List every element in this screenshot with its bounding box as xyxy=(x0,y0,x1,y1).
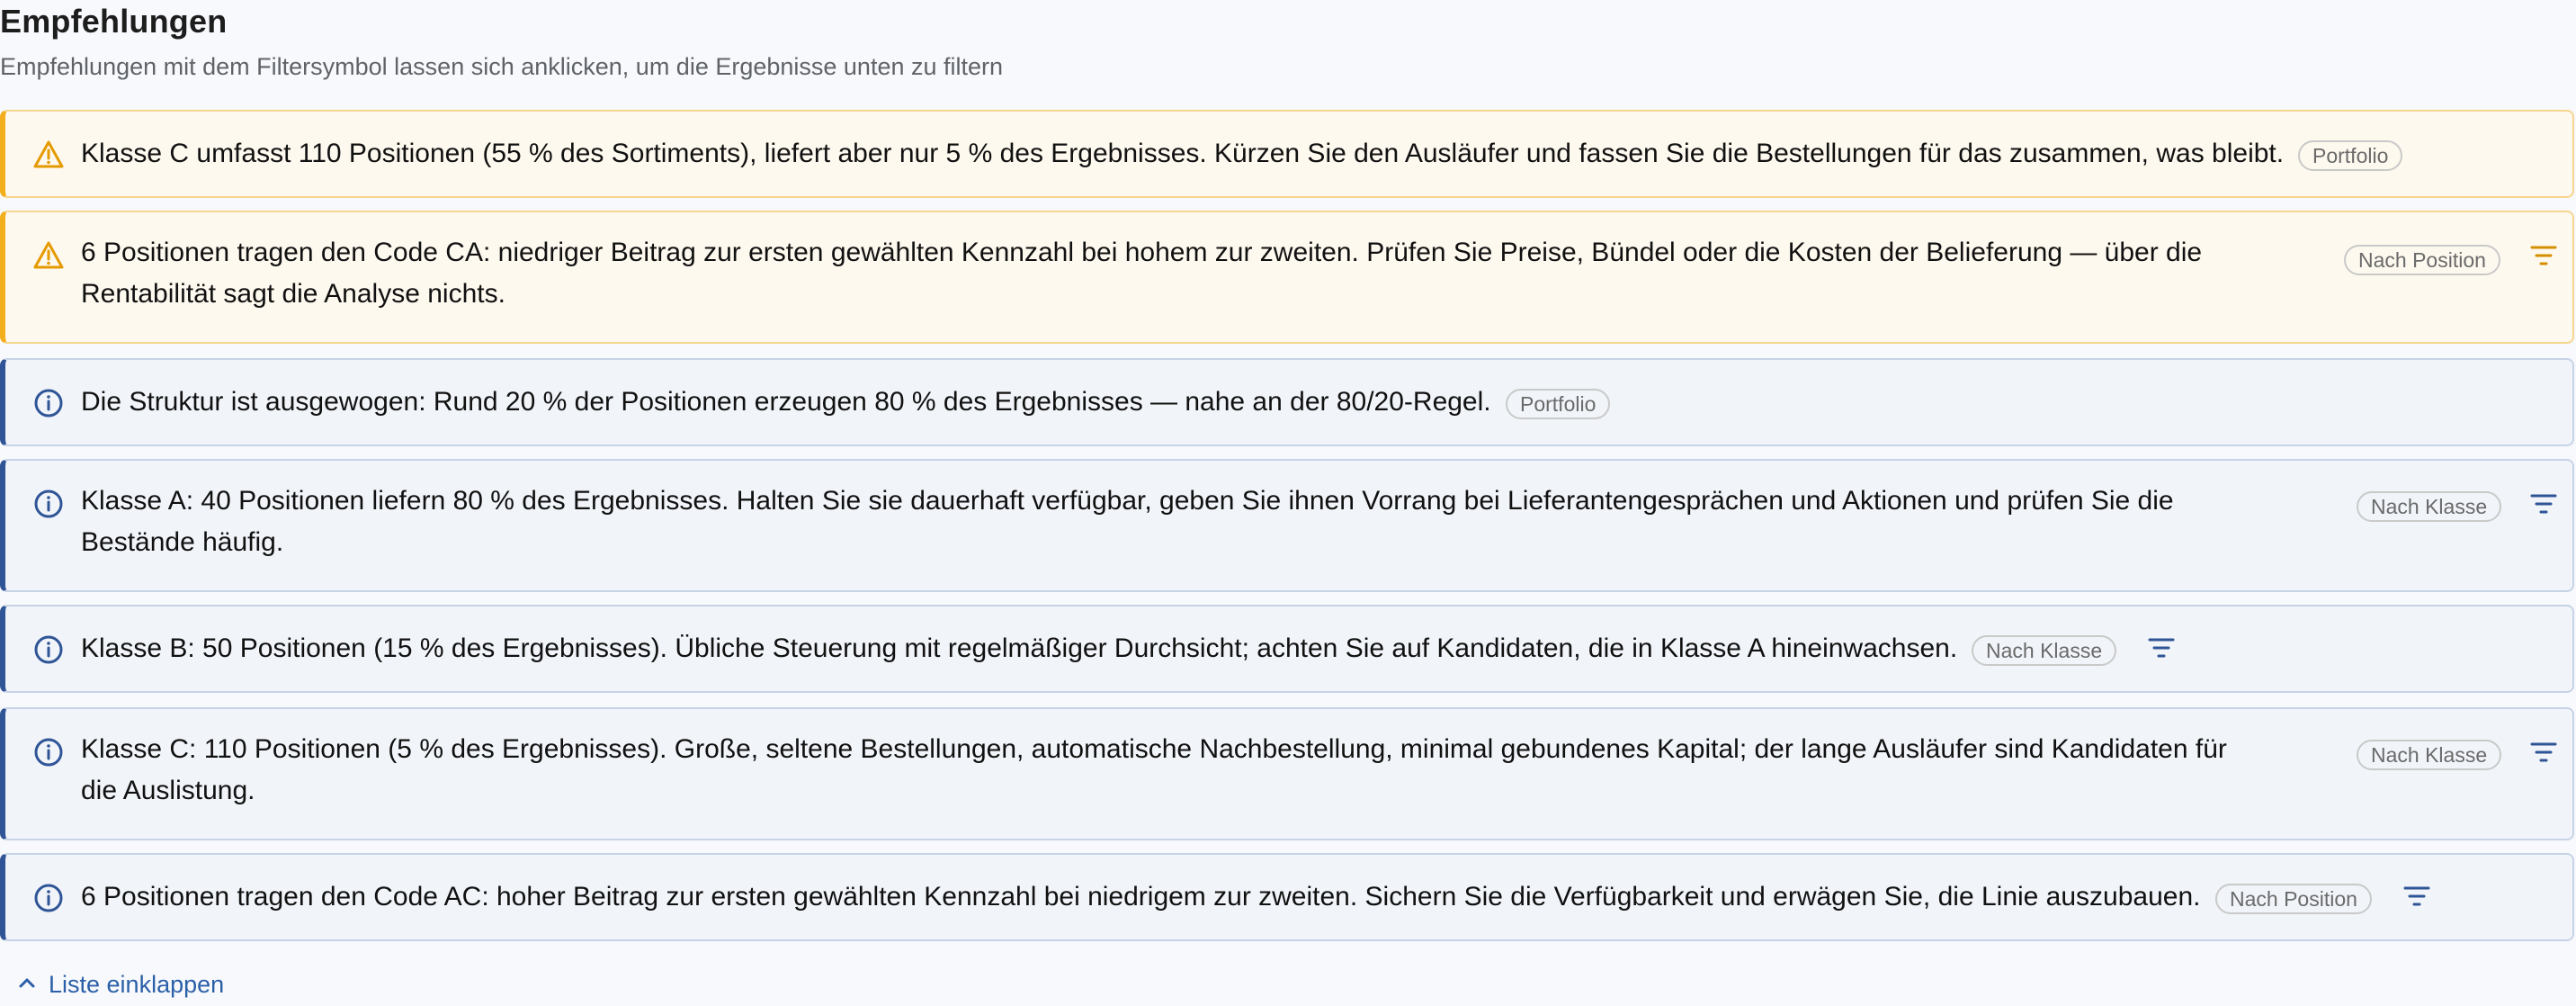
scope-badge: Nach Klasse xyxy=(1972,635,2117,666)
scope-badge: Nach Position xyxy=(2344,245,2500,275)
recommendation-text: Die Struktur ist ausgewogen: Rund 20 % d… xyxy=(81,387,1491,417)
info-circle-icon xyxy=(34,635,63,664)
recommendation-text-line1: 6 Positionen tragen den Code CA: niedrig… xyxy=(81,238,2203,267)
recommendation-text-line2: Bestände häufig. xyxy=(81,527,284,557)
recommendation-text-line2: Rentabilität sagt die Analyse nichts. xyxy=(81,279,505,309)
filter-icon[interactable] xyxy=(2529,740,2558,765)
recommendation-text: Klasse C umfasst 110 Positionen (55 % de… xyxy=(81,139,2285,168)
info-circle-icon xyxy=(34,738,63,767)
collapse-list-label: Liste einklappen xyxy=(49,971,225,998)
section-title: Empfehlungen xyxy=(0,3,228,40)
collapse-list-link[interactable]: Liste einklappen xyxy=(16,968,224,1001)
info-circle-icon xyxy=(34,490,63,518)
recommendation-card-filterable[interactable]: 6 Positionen tragen den Code CA: niedrig… xyxy=(0,211,2574,344)
recommendation-card-filterable[interactable]: Klasse B: 50 Positionen (15 % des Ergebn… xyxy=(0,605,2574,693)
filter-icon[interactable] xyxy=(2529,491,2558,516)
filter-icon[interactable] xyxy=(2529,243,2558,268)
recommendation-text-line1: Klasse A: 40 Positionen liefern 80 % des… xyxy=(81,486,2174,516)
filter-icon[interactable] xyxy=(2402,884,2431,909)
scope-badge: Portfolio xyxy=(2298,140,2403,171)
scope-badge: Nach Position xyxy=(2215,884,2372,914)
recommendation-card: Die Struktur ist ausgewogen: Rund 20 % d… xyxy=(0,358,2574,446)
recommendation-card-filterable[interactable]: Klasse A: 40 Positionen liefern 80 % des… xyxy=(0,459,2574,592)
chevron-up-icon xyxy=(19,978,35,988)
recommendation-card-filterable[interactable]: 6 Positionen tragen den Code AC: hoher B… xyxy=(0,853,2574,941)
recommendation-card-filterable[interactable]: Klasse C: 110 Positionen (5 % des Ergebn… xyxy=(0,707,2574,840)
scope-badge: Nach Klasse xyxy=(2357,491,2502,522)
section-subtitle: Empfehlungen mit dem Filtersymbol lassen… xyxy=(0,53,1004,80)
filter-icon[interactable] xyxy=(2147,635,2176,660)
scope-badge: Portfolio xyxy=(1506,389,1611,419)
warning-triangle-icon xyxy=(33,241,64,269)
info-circle-icon xyxy=(34,389,63,418)
recommendation-text: 6 Positionen tragen den Code AC: hoher B… xyxy=(81,882,2201,912)
info-circle-icon xyxy=(34,884,63,912)
recommendation-card: Klasse C umfasst 110 Positionen (55 % de… xyxy=(0,110,2574,198)
warning-triangle-icon xyxy=(33,140,64,168)
recommendation-text-line1: Klasse C: 110 Positionen (5 % des Ergebn… xyxy=(81,734,2227,764)
recommendation-text: Klasse B: 50 Positionen (15 % des Ergebn… xyxy=(81,633,1958,663)
recommendation-text-line2: die Auslistung. xyxy=(81,776,255,805)
scope-badge: Nach Klasse xyxy=(2357,740,2502,770)
